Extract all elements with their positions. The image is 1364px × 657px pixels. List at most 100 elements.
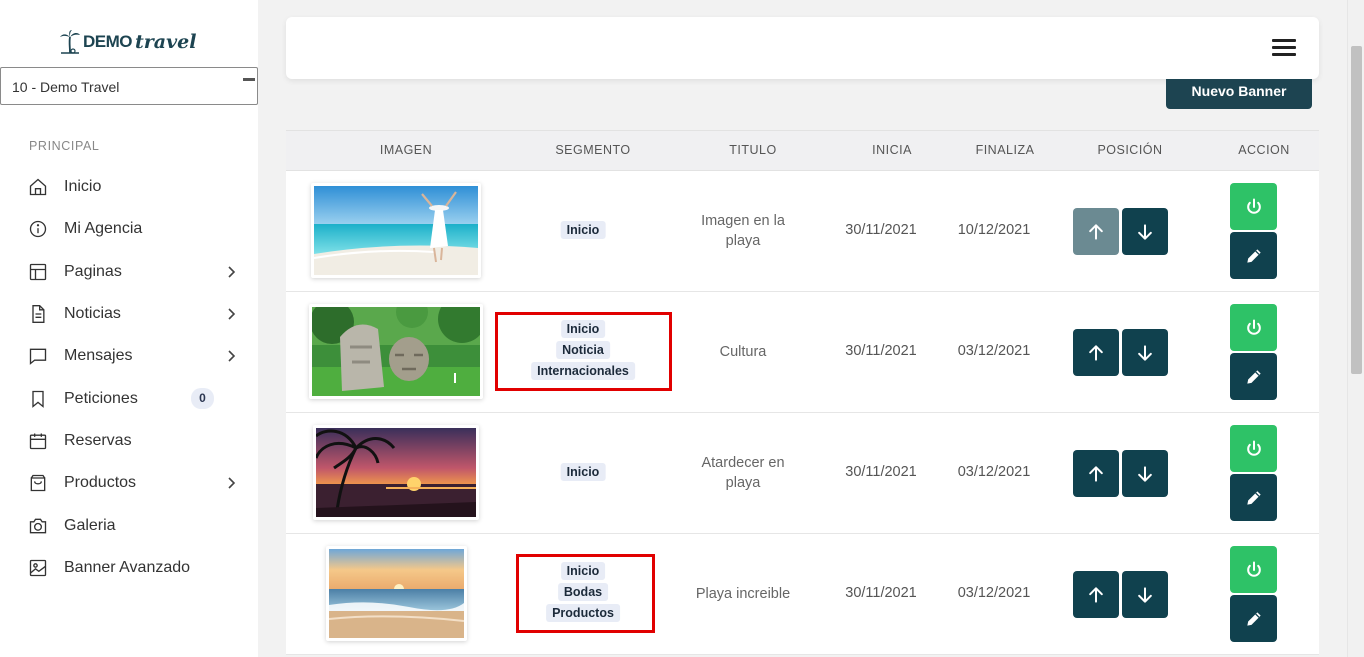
table-row: Inicio Imagen en la playa 30/11/2021 10/… [286,171,1319,292]
banner-thumbnail[interactable] [326,546,467,641]
sidebar-item-label: Inicio [64,178,102,196]
move-up-button[interactable] [1073,329,1119,376]
column-header-finaliza: FINALIZA [975,143,1035,157]
olmec-heads-photo [312,307,480,396]
pencil-icon [1246,490,1261,505]
move-up-button[interactable] [1073,208,1119,255]
arrow-up-icon [1089,465,1103,482]
segment-badge: Bodas [557,583,609,601]
nav-section-label: PRINCIPAL [29,139,100,153]
document-icon [27,303,49,325]
sidebar-item-label: Reservas [64,431,132,449]
segment-list: Inicio [560,221,606,239]
layout-icon [27,261,49,283]
start-date: 30/11/2021 [845,585,917,601]
sidebar-item-productos[interactable]: Productos [0,462,258,504]
pencil-icon [1246,248,1261,263]
sidebar-item-mi-agencia[interactable]: Mi Agencia [0,208,258,250]
segment-badge: Inicio [560,562,606,580]
sidebar-item-label: Noticias [64,305,121,323]
segment-badge: Internacionales [531,362,635,380]
sidebar-item-label: Paginas [64,262,122,280]
home-icon [27,176,49,198]
banner-thumbnail[interactable] [309,304,483,399]
sidebar-item-label: Banner Avanzado [64,558,191,576]
logo-text-travel: travel [135,31,197,53]
scrollbar-thumb[interactable] [1351,46,1362,374]
move-down-button[interactable] [1122,208,1168,255]
sidebar-item-label: Productos [64,474,137,492]
sidebar-item-inicio[interactable]: Inicio [0,166,258,208]
banner-thumbnail[interactable] [311,183,481,278]
image-icon [27,557,49,579]
logo-text-demo: DEMO [83,32,133,51]
chevron-right-icon [224,476,238,490]
sidebar-item-noticias[interactable]: Noticias [0,293,258,335]
edit-button[interactable] [1230,474,1277,521]
bookmark-icon [27,388,49,410]
page-scrollbar[interactable] [1347,0,1364,657]
agency-select[interactable]: 10 - Demo Travel [0,67,258,105]
chevron-right-icon [224,265,238,279]
sidebar-item-banner-avanzado[interactable]: Banner Avanzado [0,547,258,589]
start-date: 30/11/2021 [845,222,917,238]
move-down-button[interactable] [1122,571,1168,618]
toggle-active-button[interactable] [1230,425,1277,472]
move-up-button[interactable] [1073,571,1119,618]
palm-tree-logo-icon [60,30,80,54]
sunset-palm-photo [316,428,476,517]
table-row: Inicio Bodas Productos Playa increible 3… [286,534,1319,655]
new-banner-button[interactable]: Nuevo Banner [1166,79,1312,109]
sidebar-item-galeria[interactable]: Galeria [0,504,258,546]
sidebar-item-reservas[interactable]: Reservas [0,420,258,462]
edit-button[interactable] [1230,595,1277,642]
sidebar-item-peticiones[interactable]: Peticiones 0 [0,377,258,419]
sidebar-item-label: Peticiones [64,389,138,407]
segment-list: Inicio Noticia Internacionales [531,320,635,380]
edit-button[interactable] [1230,353,1277,400]
move-down-button[interactable] [1122,450,1168,497]
toggle-active-button[interactable] [1230,304,1277,351]
calendar-icon [27,430,49,452]
sidebar-item-label: Mi Agencia [64,220,143,238]
end-date: 10/12/2021 [957,222,1031,238]
column-header-segmento: SEGMENTO [555,143,631,157]
start-date: 30/11/2021 [845,464,917,480]
sidebar-nav: Inicio Mi Agencia Paginas Noticias Mensa… [0,166,258,589]
table-header: IMAGEN SEGMENTO TITULO INICIA FINALIZA P… [286,130,1319,171]
column-header-titulo: TITULO [729,143,777,157]
brand-logo[interactable]: DEMO travel [58,28,196,56]
power-icon [1246,198,1261,214]
segment-badge: Inicio [560,320,606,338]
sidebar-item-label: Galeria [64,516,116,534]
banner-title: Atardecer en playa [701,455,785,491]
hamburger-menu-icon[interactable] [1272,39,1296,57]
arrow-up-icon [1089,586,1103,603]
segment-badge: Inicio [560,221,606,239]
banner-thumbnail[interactable] [313,425,479,520]
banner-table: IMAGEN SEGMENTO TITULO INICIA FINALIZA P… [286,130,1319,655]
pencil-icon [1246,369,1261,384]
move-down-button[interactable] [1122,329,1168,376]
banner-title: Imagen en la playa [701,213,785,249]
toggle-active-button[interactable] [1230,546,1277,593]
sidebar: DEMO travel 10 - Demo Travel PRINCIPAL I… [0,0,258,657]
power-icon [1246,440,1261,456]
toggle-active-button[interactable] [1230,183,1277,230]
segment-badge: Productos [546,604,620,622]
peticiones-count-badge: 0 [191,388,214,410]
top-bar [286,17,1319,79]
arrow-down-icon [1138,586,1152,603]
move-up-button[interactable] [1073,450,1119,497]
sidebar-item-mensajes[interactable]: Mensajes [0,335,258,377]
end-date: 03/12/2021 [957,464,1031,480]
sidebar-item-paginas[interactable]: Paginas [0,251,258,293]
table-row: Inicio Noticia Internacionales Cultura 3… [286,292,1319,413]
banner-title: Cultura [719,344,767,360]
beach-woman-photo [314,186,478,275]
edit-button[interactable] [1230,232,1277,279]
info-icon [27,218,49,240]
power-icon [1246,319,1261,335]
sidebar-item-label: Mensajes [64,347,133,365]
column-header-inicia: INICIA [872,143,912,157]
